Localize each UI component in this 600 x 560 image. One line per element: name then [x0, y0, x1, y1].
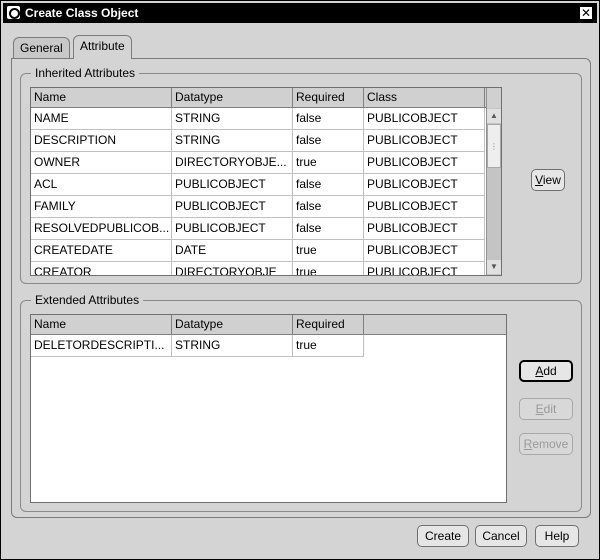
- cell-datatype: STRING: [172, 108, 293, 130]
- cell-class: PUBLICOBJECT: [364, 196, 485, 218]
- add-button[interactable]: Add: [519, 360, 573, 382]
- table-header: Name Datatype Required: [31, 315, 506, 335]
- cell-class: PUBLICOBJECT: [364, 240, 485, 262]
- title-bar[interactable]: Create Class Object ✕: [3, 3, 597, 23]
- cell-required: true: [293, 240, 364, 262]
- cell-name: DELETORDESCRIPTI...: [31, 335, 172, 357]
- close-icon[interactable]: ✕: [579, 6, 593, 20]
- oracle-logo-icon: [7, 6, 20, 19]
- cell-datatype: STRING: [172, 335, 293, 357]
- scroll-up-arrow-icon[interactable]: ▲: [487, 109, 501, 123]
- cell-datatype: DIRECTORYOBJE: [172, 262, 293, 275]
- cell-name: ACL: [31, 174, 172, 196]
- cell-class: PUBLICOBJECT: [364, 218, 485, 240]
- cell-class: PUBLICOBJECT: [364, 108, 485, 130]
- cell-datatype: DATE: [172, 240, 293, 262]
- cell-required: false: [293, 130, 364, 152]
- scrollbar-thumb[interactable]: ⋮: [487, 124, 501, 168]
- window-title: Create Class Object: [25, 6, 139, 20]
- help-button[interactable]: Help: [535, 525, 579, 547]
- table-header: Name Datatype Required Class: [31, 88, 487, 108]
- cell-required: false: [293, 108, 364, 130]
- column-header-name[interactable]: Name: [31, 315, 172, 335]
- cell-class: PUBLICOBJECT: [364, 174, 485, 196]
- column-header-required[interactable]: Required: [293, 315, 364, 335]
- cell-name: NAME: [31, 108, 172, 130]
- cell-datatype: STRING: [172, 130, 293, 152]
- scroll-down-arrow-icon[interactable]: ▼: [487, 260, 501, 274]
- remove-button[interactable]: Remove: [519, 433, 573, 455]
- column-header-class[interactable]: Class: [364, 88, 485, 108]
- extended-attributes-group: Extended Attributes Name Datatype Requir…: [20, 293, 582, 512]
- cell-datatype: DIRECTORYOBJE...: [172, 152, 293, 174]
- cell-name: FAMILY: [31, 196, 172, 218]
- column-header-required[interactable]: Required: [293, 88, 364, 108]
- cell-datatype: PUBLICOBJECT: [172, 174, 293, 196]
- cell-required: false: [293, 196, 364, 218]
- extended-attributes-table[interactable]: Name Datatype Required DELETORDESCRIPTI.…: [30, 314, 507, 503]
- cell-class: PUBLICOBJECT: [364, 130, 485, 152]
- create-class-object-dialog: Create Class Object ✕ General Attribute …: [0, 0, 600, 560]
- cell-required: false: [293, 218, 364, 240]
- cell-datatype: PUBLICOBJECT: [172, 196, 293, 218]
- cell-required: true: [293, 262, 364, 275]
- scrollbar-header-cap: [487, 88, 501, 108]
- inherited-attributes-table[interactable]: Name Datatype Required Class NAME STRING…: [30, 87, 502, 276]
- tab-general[interactable]: General: [13, 37, 70, 59]
- cell-required: true: [293, 335, 364, 357]
- view-button[interactable]: View: [531, 169, 565, 191]
- cell-name: DESCRIPTION: [31, 130, 172, 152]
- cell-name: CREATEDATE: [31, 240, 172, 262]
- edit-button[interactable]: Edit: [519, 398, 573, 420]
- inherited-attributes-title: Inherited Attributes: [31, 66, 140, 80]
- cell-name: CREATOR: [31, 262, 172, 275]
- extended-attributes-title: Extended Attributes: [31, 293, 144, 307]
- cell-name: OWNER: [31, 152, 172, 174]
- tab-attribute[interactable]: Attribute: [73, 35, 132, 59]
- column-header-name[interactable]: Name: [31, 88, 172, 108]
- cell-name: RESOLVEDPUBLICOB...: [31, 218, 172, 240]
- cell-required: true: [293, 152, 364, 174]
- column-header-datatype[interactable]: Datatype: [172, 88, 293, 108]
- cell-datatype: PUBLICOBJECT: [172, 218, 293, 240]
- create-button[interactable]: Create: [417, 525, 469, 547]
- inherited-attributes-group: Inherited Attributes Name Datatype Requi…: [20, 66, 582, 284]
- column-header-datatype[interactable]: Datatype: [172, 315, 293, 335]
- cancel-button[interactable]: Cancel: [475, 525, 527, 547]
- inherited-table-scrollbar[interactable]: ▲ ⋮ ▼: [486, 88, 501, 275]
- cell-class: PUBLICOBJECT: [364, 262, 485, 275]
- attribute-tab-panel: Inherited Attributes Name Datatype Requi…: [11, 58, 591, 518]
- cell-class: PUBLICOBJECT: [364, 152, 485, 174]
- cell-required: false: [293, 174, 364, 196]
